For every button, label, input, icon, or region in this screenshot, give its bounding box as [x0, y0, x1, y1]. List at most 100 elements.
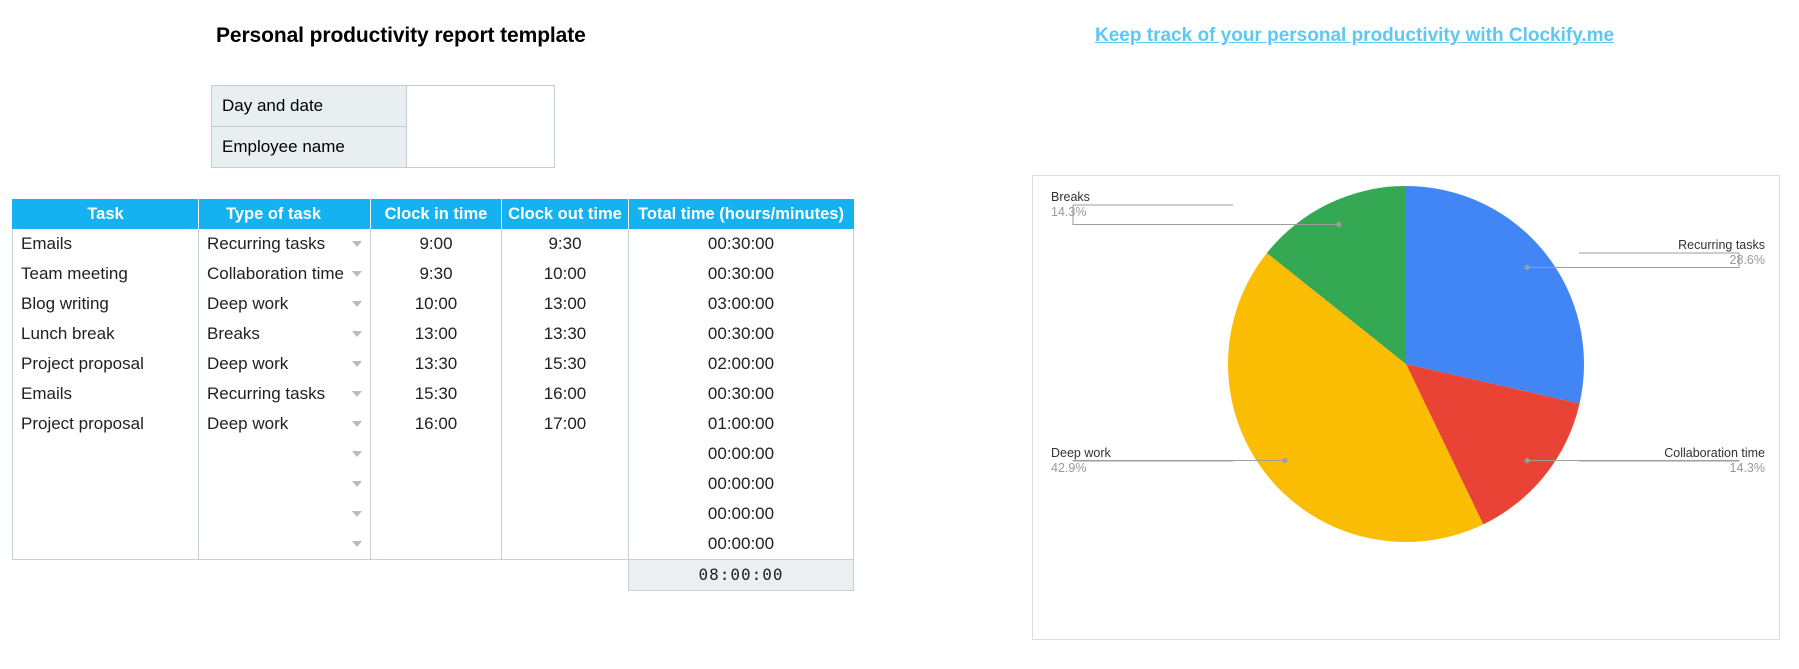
- cell-clock-in-time[interactable]: [370, 499, 502, 529]
- time-entries-table: Task Type of task Clock in time Clock ou…: [12, 199, 854, 591]
- cell-type-of-task[interactable]: Deep work: [198, 289, 371, 319]
- chevron-down-icon[interactable]: [352, 451, 362, 457]
- cell-clock-in-time[interactable]: [370, 529, 502, 560]
- cell-type-of-task[interactable]: [198, 499, 371, 529]
- pie-label-breaks-name: Breaks: [1051, 190, 1090, 204]
- chevron-down-icon[interactable]: [352, 511, 362, 517]
- pie-label-deep-work-name: Deep work: [1051, 446, 1111, 460]
- pie-label-deep-work-pct: 42.9%: [1051, 461, 1087, 475]
- cell-clock-in-time[interactable]: 13:30: [370, 349, 502, 379]
- cell-clock-in-time[interactable]: 13:00: [370, 319, 502, 349]
- cell-type-of-task[interactable]: Collaboration time: [198, 259, 371, 289]
- info-row-day-and-date: Day and date: [211, 85, 555, 168]
- column-header-total-time: Total time (hours/minutes): [628, 199, 854, 229]
- cell-clock-in-time[interactable]: 9:30: [370, 259, 502, 289]
- cell-clock-out-time[interactable]: [501, 499, 629, 529]
- cell-type-of-task[interactable]: Deep work: [198, 349, 371, 379]
- clockify-promo-link[interactable]: Keep track of your personal productivity…: [1095, 25, 1614, 47]
- pie-chart: [1072, 186, 1740, 543]
- chevron-down-icon[interactable]: [352, 301, 362, 307]
- table-row: Project proposal Deep work 13:30 15:30 02:00…: [12, 349, 854, 379]
- cell-task[interactable]: Blog writing: [12, 289, 199, 319]
- cell-total-time: 00:30:00: [628, 319, 854, 349]
- table-row: Emails Recurring tasks 15:30 16:00 00:30:00: [12, 379, 854, 409]
- cell-task[interactable]: [12, 439, 199, 469]
- cell-clock-in-time[interactable]: 15:30: [370, 379, 502, 409]
- cell-clock-out-time[interactable]: [501, 529, 629, 560]
- cell-clock-out-time[interactable]: 10:00: [501, 259, 629, 289]
- report-panel: Personal productivity report template Da…: [0, 0, 960, 669]
- cell-clock-out-time[interactable]: [501, 439, 629, 469]
- grand-total-spacer-type: [199, 559, 371, 590]
- column-header-clock-in: Clock in time: [370, 199, 502, 229]
- info-label-employee-name: Employee name: [211, 126, 407, 168]
- cell-total-time: 00:00:00: [628, 469, 854, 499]
- cell-total-time: 00:00:00: [628, 499, 854, 529]
- chevron-down-icon[interactable]: [352, 271, 362, 277]
- cell-task[interactable]: Team meeting: [12, 259, 199, 289]
- cell-task[interactable]: Lunch break: [12, 319, 199, 349]
- cell-task[interactable]: Emails: [12, 229, 199, 259]
- pie-chart-frame: Breaks 14.3% Recurring tasks 28.6% Deep …: [1032, 175, 1780, 640]
- pie-label-recurring-tasks: Recurring tasks 28.6%: [1678, 238, 1765, 268]
- cell-type-of-task[interactable]: Recurring tasks: [198, 379, 371, 409]
- chevron-down-icon[interactable]: [352, 361, 362, 367]
- table-row: 00:00:00: [12, 439, 854, 469]
- cell-total-time: 00:30:00: [628, 229, 854, 259]
- cell-clock-in-time[interactable]: 9:00: [370, 229, 502, 259]
- cell-total-time: 03:00:00: [628, 289, 854, 319]
- cell-clock-in-time[interactable]: [370, 469, 502, 499]
- pie-label-breaks-pct: 14.3%: [1051, 205, 1087, 219]
- cell-type-of-task[interactable]: Deep work: [198, 409, 371, 439]
- cell-clock-in-time[interactable]: 16:00: [370, 409, 502, 439]
- table-row: 00:00:00: [12, 529, 854, 560]
- cell-clock-out-time[interactable]: 15:30: [501, 349, 629, 379]
- pie-leader-line: [1072, 205, 1339, 225]
- cell-clock-out-time[interactable]: [501, 469, 629, 499]
- pie-slice-group: [1228, 186, 1584, 543]
- cell-task[interactable]: Emails: [12, 379, 199, 409]
- cell-total-time: 00:30:00: [628, 259, 854, 289]
- cell-task[interactable]: Project proposal: [12, 409, 199, 439]
- cell-clock-out-time[interactable]: 17:00: [501, 409, 629, 439]
- pie-label-collaboration-time-name: Collaboration time: [1664, 446, 1765, 460]
- page-title: Personal productivity report template: [216, 24, 586, 47]
- pie-label-collaboration-time-pct: 14.3%: [1729, 461, 1765, 475]
- chevron-down-icon[interactable]: [352, 540, 362, 547]
- cell-type-of-task[interactable]: Recurring tasks: [198, 229, 371, 259]
- chevron-down-icon[interactable]: [352, 331, 362, 337]
- column-header-task: Task: [12, 199, 199, 229]
- cell-total-time: 00:00:00: [628, 439, 854, 469]
- chart-panel: Keep track of your personal productivity…: [960, 0, 1799, 669]
- table-row: Team meeting Collaboration time 9:30 10:00 0…: [12, 259, 854, 289]
- cell-clock-in-time[interactable]: [370, 439, 502, 469]
- chevron-down-icon[interactable]: [352, 391, 362, 397]
- cell-task[interactable]: [12, 469, 199, 499]
- cell-type-of-task[interactable]: [198, 469, 371, 499]
- chevron-down-icon[interactable]: [352, 421, 362, 427]
- cell-clock-out-time[interactable]: 13:00: [501, 289, 629, 319]
- table-row: Blog writing Deep work 10:00 13:00 03:00:00: [12, 289, 854, 319]
- cell-clock-out-time[interactable]: 13:30: [501, 319, 629, 349]
- cell-clock-in-time[interactable]: 10:00: [370, 289, 502, 319]
- cell-type-of-task[interactable]: [198, 439, 371, 469]
- cell-task[interactable]: [12, 499, 199, 529]
- cell-task[interactable]: Project proposal: [12, 349, 199, 379]
- pie-label-deep-work: Deep work 42.9%: [1051, 446, 1111, 476]
- cell-type-of-task[interactable]: Breaks: [198, 319, 371, 349]
- cell-total-time: 01:00:00: [628, 409, 854, 439]
- table-row: 00:00:00: [12, 499, 854, 529]
- info-box: Day and date Employee name: [211, 85, 555, 168]
- cell-clock-out-time[interactable]: 9:30: [501, 229, 629, 259]
- cell-task[interactable]: [12, 529, 199, 560]
- cell-type-of-task[interactable]: [198, 529, 371, 560]
- cell-clock-out-time[interactable]: 16:00: [501, 379, 629, 409]
- chevron-down-icon[interactable]: [352, 481, 362, 487]
- pie-leader-dot: [1524, 264, 1530, 271]
- table-row: Project proposal Deep work 16:00 17:00 01:00…: [12, 409, 854, 439]
- cell-total-time: 02:00:00: [628, 349, 854, 379]
- table-row: Lunch break Breaks 13:00 13:30 00:30:00: [12, 319, 854, 349]
- column-header-type-of-task: Type of task: [198, 199, 371, 229]
- chevron-down-icon[interactable]: [352, 241, 362, 247]
- info-value-day-and-date[interactable]: [406, 85, 555, 168]
